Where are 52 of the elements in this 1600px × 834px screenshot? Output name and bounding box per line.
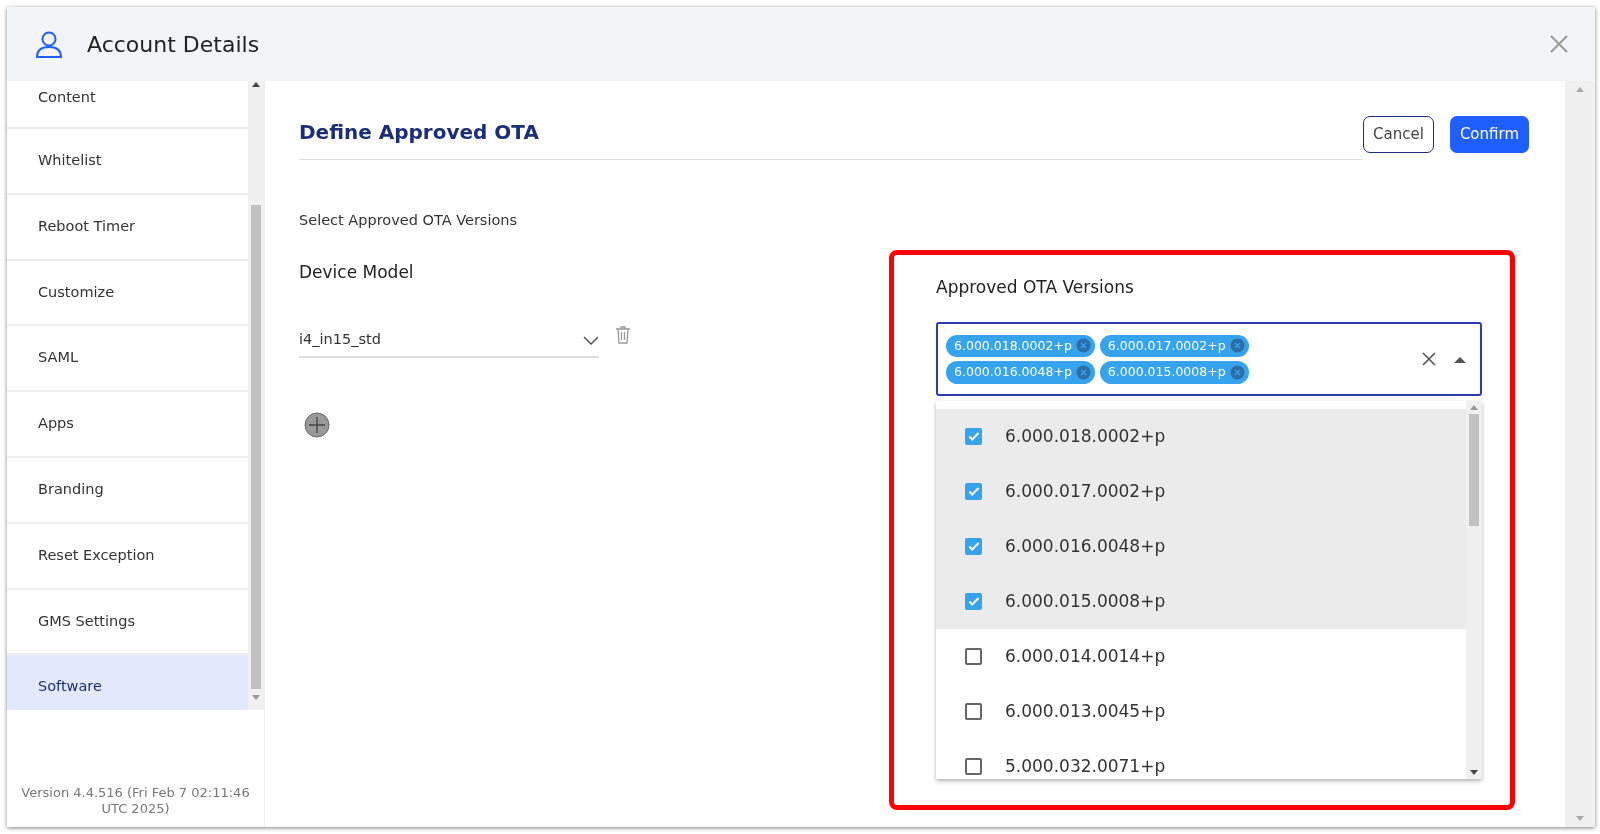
- add-button[interactable]: [304, 412, 330, 438]
- field-label: Approved OTA Versions: [936, 275, 1135, 299]
- option-item[interactable]: 6.000.017.0002+p: [936, 464, 1466, 520]
- confirm-button[interactable]: Confirm: [1449, 116, 1529, 153]
- version-chip: 6.000.016.0048+p: [946, 361, 1095, 384]
- chip-remove-button[interactable]: [1229, 338, 1245, 354]
- option-item[interactable]: 5.000.032.0071+p: [936, 739, 1466, 780]
- sidebar-item[interactable]: Software: [7, 655, 248, 710]
- version-text: Version 4.4.516 (Fri Feb 7 02:11:46 UTC 2025): [20, 784, 251, 818]
- option-item[interactable]: 6.000.013.0045+p: [936, 684, 1466, 740]
- device-model-select[interactable]: i4_in15_std: [299, 323, 599, 358]
- option-label: 6.000.013.0045+p: [1005, 700, 1166, 723]
- option-item[interactable]: 6.000.014.0014+p: [936, 629, 1466, 685]
- chip-remove-button[interactable]: [1229, 365, 1245, 381]
- scroll-up-icon: [1470, 405, 1478, 411]
- option-item[interactable]: 6.000.016.0048+p: [936, 519, 1466, 575]
- cancel-button[interactable]: Cancel: [1363, 116, 1434, 153]
- version-chip: 6.000.015.0008+p: [1099, 361, 1249, 384]
- checkbox[interactable]: [965, 648, 982, 666]
- option-label: 6.000.017.0002+p: [1005, 480, 1166, 503]
- window-title: Account Details: [87, 30, 260, 59]
- scrollbar-thumb[interactable]: [251, 205, 261, 689]
- checkbox[interactable]: [965, 538, 982, 556]
- clear-button[interactable]: [1422, 352, 1436, 367]
- caret-up-icon: [1454, 355, 1466, 363]
- option-label: 6.000.015.0008+p: [1005, 590, 1166, 613]
- option-item[interactable]: 6.000.018.0002+p: [936, 409, 1466, 465]
- scroll-up-icon: [1576, 87, 1584, 92]
- user-icon: [35, 30, 63, 58]
- checkbox[interactable]: [965, 428, 982, 446]
- chip-remove-button[interactable]: [1075, 338, 1091, 354]
- option-label: 6.000.014.0014+p: [1005, 645, 1166, 668]
- scrollbar-thumb[interactable]: [1469, 414, 1479, 527]
- section-subtitle: Select Approved OTA Versions: [299, 211, 519, 230]
- version-chip: 6.000.017.0002+p: [1099, 334, 1249, 358]
- checkbox[interactable]: [965, 703, 982, 721]
- scroll-down-icon: [252, 695, 260, 701]
- chevron-down-icon: [583, 335, 599, 345]
- option-label: 5.000.032.0071+p: [1005, 755, 1166, 778]
- option-label: 6.000.016.0048+p: [1005, 535, 1166, 558]
- checkbox[interactable]: [965, 758, 982, 776]
- page-title: Define Approved OTA: [299, 119, 539, 146]
- scroll-down-icon: [1576, 816, 1584, 821]
- option-label: 6.000.018.0002+p: [1005, 425, 1166, 448]
- field-label: Device Model: [299, 260, 415, 284]
- checkbox[interactable]: [965, 593, 982, 611]
- close-button[interactable]: [1549, 34, 1569, 54]
- checkbox[interactable]: [965, 483, 982, 501]
- chip-remove-button[interactable]: [1075, 365, 1091, 381]
- option-item[interactable]: 6.000.015.0008+p: [936, 574, 1466, 630]
- scroll-down-icon: [1470, 770, 1478, 776]
- version-chip: 6.000.018.0002+p: [946, 334, 1095, 358]
